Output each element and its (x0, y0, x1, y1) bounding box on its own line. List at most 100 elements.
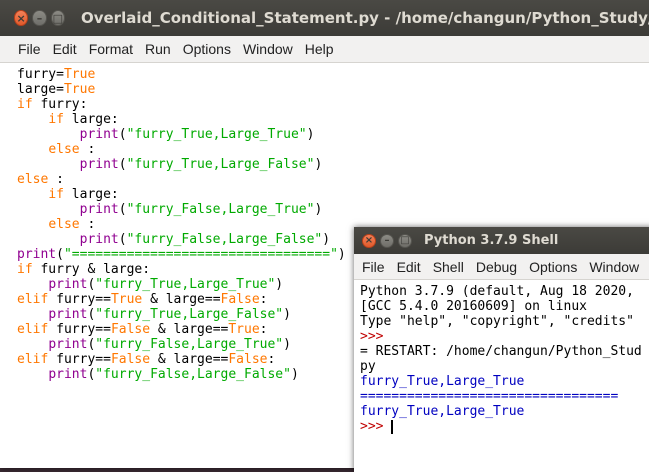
menu-run[interactable]: Run (139, 41, 177, 57)
code-token: True (110, 292, 143, 307)
code-token: "=================================" (63, 247, 338, 262)
code-line: print("furry_False,Large_False") (17, 367, 346, 382)
code-token: else (48, 217, 80, 232)
code-token: furry_True,Large_True (360, 374, 525, 389)
code-token: ( (118, 127, 127, 142)
code-token: furry_True,Large_True (360, 404, 525, 419)
maximize-icon[interactable]: □ (398, 233, 412, 248)
code-line: furry_True,Large_True (360, 404, 642, 419)
menu-options[interactable]: Options (523, 259, 583, 275)
code-token: True (63, 82, 96, 97)
code-token: ) (283, 307, 291, 322)
code-token: : (259, 322, 268, 337)
menu-window[interactable]: Window (583, 259, 645, 275)
code-token: False (220, 292, 260, 307)
code-line: Python 3.7.9 (default, Aug 18 2020, (360, 284, 642, 299)
code-token: : (79, 142, 96, 157)
minimize-icon[interactable]: – (32, 10, 47, 26)
code-token: "furry_False,Large_True" (95, 337, 284, 352)
code-line: print("furry_True,Large_False") (17, 157, 346, 172)
code-line: print("furry_False,Large_True") (17, 202, 346, 217)
menu-help[interactable]: Help (299, 41, 340, 57)
code-token: elif (17, 292, 49, 307)
code-token: if (17, 262, 33, 277)
code-line: if large: (17, 112, 346, 127)
code-token: "furry_True,Large_True" (126, 127, 307, 142)
code-token: "furry_False,Large_False" (95, 367, 291, 382)
code-token: >>> (360, 329, 392, 344)
code-token: print (48, 367, 88, 382)
editor-title: Overlaid_Conditional_Statement.py - /hom… (80, 9, 649, 27)
shell-titlebar[interactable]: × – □ Python 3.7.9 Shell (354, 227, 649, 254)
code-token: furry== (48, 352, 111, 367)
code-token: Type "help", "copyright", "credits" (360, 314, 642, 329)
code-line: large=True (17, 82, 346, 97)
editor-menubar: File Edit Format Run Options Window Help (0, 36, 649, 63)
code-token: ) (337, 247, 346, 262)
code-token: & large== (150, 322, 229, 337)
text-cursor (391, 419, 394, 434)
close-icon[interactable]: × (14, 10, 29, 26)
code-token: & large== (150, 352, 229, 367)
menu-options[interactable]: Options (177, 41, 237, 57)
code-token: print (79, 157, 119, 172)
code-token: False (110, 322, 151, 337)
shell-output-area[interactable]: Python 3.7.9 (default, Aug 18 2020, [GCC… (360, 284, 642, 434)
code-token: "furry_False,Large_False" (126, 232, 323, 247)
code-token: print (79, 202, 119, 217)
code-token: ( (56, 247, 64, 262)
code-line: else : (17, 172, 346, 187)
code-token: print (48, 337, 88, 352)
code-token: furry & large: (32, 262, 151, 277)
code-token: : (259, 292, 268, 307)
code-token: print (17, 247, 57, 262)
code-token: >>> (360, 419, 392, 434)
menu-h[interactable]: H (645, 259, 649, 275)
code-token: if (48, 187, 64, 202)
code-token: elif (17, 322, 49, 337)
code-line: print("furry_True,Large_True") (17, 277, 346, 292)
menu-edit[interactable]: Edit (47, 41, 83, 57)
menu-shell[interactable]: Shell (427, 259, 470, 275)
maximize-icon[interactable]: □ (50, 10, 65, 26)
code-line: print("furry_True,Large_True") (17, 127, 346, 142)
editor-titlebar[interactable]: × – □ Overlaid_Conditional_Statement.py … (0, 0, 649, 36)
code-token: print (48, 277, 88, 292)
code-token: = RESTART: /home/changun/Python_Stud (360, 344, 642, 359)
menu-edit[interactable]: Edit (391, 259, 427, 275)
menu-debug[interactable]: Debug (470, 259, 523, 275)
menu-format[interactable]: Format (83, 41, 139, 57)
code-token: Python 3.7.9 (default, Aug 18 2020, (360, 284, 642, 299)
code-line: elif furry==False & large==False: (17, 352, 346, 367)
minimize-icon[interactable]: – (380, 233, 394, 248)
code-token: ================================= (360, 389, 619, 404)
code-token: "furry_False,Large_True" (126, 202, 315, 217)
code-token: ( (118, 232, 127, 247)
menu-window[interactable]: Window (237, 41, 299, 57)
close-icon[interactable]: × (362, 233, 376, 248)
code-token: else (17, 172, 49, 187)
code-token: elif (17, 352, 49, 367)
editor-code-area[interactable]: furry=True large=True if furry: if large: … (17, 67, 346, 382)
code-line: elif furry==True & large==False: (17, 292, 346, 307)
shell-title: Python 3.7.9 Shell (424, 233, 559, 248)
code-line: print("furry_False,Large_False") (17, 232, 346, 247)
shell-window: × – □ Python 3.7.9 Shell File Edit Shell De… (354, 227, 649, 472)
code-token: "furry_True,Large_False" (95, 307, 284, 322)
code-token: print (79, 232, 119, 247)
code-token: large: (63, 112, 119, 127)
menu-file[interactable]: File (12, 41, 47, 57)
code-token: furry= (17, 67, 64, 82)
code-line: py (360, 359, 642, 374)
code-token: if (48, 112, 64, 127)
code-token: ( (118, 202, 127, 217)
menu-file[interactable]: File (356, 259, 391, 275)
code-token: "furry_True,Large_False" (126, 157, 315, 172)
code-token: else (48, 142, 80, 157)
